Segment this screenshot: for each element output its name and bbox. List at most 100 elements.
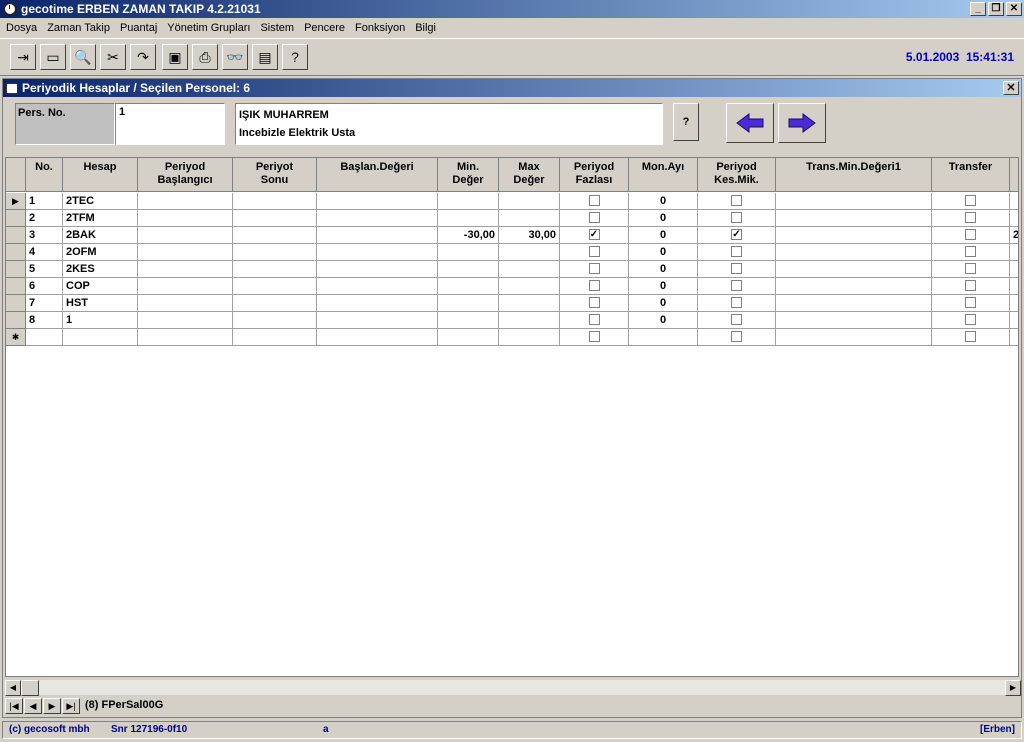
binoculars-button[interactable]: 👓 [222, 44, 248, 70]
grid-cell-tmin[interactable] [776, 244, 932, 261]
grid-cell-mon[interactable]: 0 [629, 210, 698, 227]
grid-cell-son[interactable] [233, 261, 317, 278]
checkbox[interactable] [965, 330, 976, 342]
checkbox[interactable] [588, 194, 600, 206]
column-header[interactable]: Trans.Min.Değeri1 [776, 158, 932, 192]
column-header[interactable]: Max Değer [499, 158, 560, 192]
save-button[interactable]: ▣ [162, 44, 188, 70]
grid-cell-mon[interactable] [629, 329, 698, 346]
menu-puantaj[interactable]: Puantaj [116, 22, 163, 34]
prev-record-button[interactable]: ◀ [24, 698, 42, 714]
checkbox[interactable] [588, 262, 600, 274]
grid-cell-mon[interactable]: 0 [629, 244, 698, 261]
grid-cell-bas[interactable] [138, 329, 233, 346]
row-indicator[interactable] [6, 210, 26, 227]
grid-cell-tmin[interactable] [776, 295, 932, 312]
column-header[interactable]: Başlan.Değeri [317, 158, 438, 192]
grid-cell-kes[interactable] [698, 295, 776, 312]
grid-cell-mon[interactable]: 0 [629, 227, 698, 244]
checkbox[interactable] [965, 211, 976, 223]
column-header[interactable] [1010, 158, 1018, 192]
scroll-right-button[interactable]: ▶ [1005, 680, 1021, 696]
column-header[interactable]: Periyod Fazlası [560, 158, 629, 192]
last-record-button[interactable]: ▶| [62, 698, 80, 714]
grid-cell-transfer[interactable] [932, 261, 1010, 278]
column-header[interactable]: Periyod Kes.Mik. [698, 158, 776, 192]
grid-cell-basd[interactable] [317, 244, 438, 261]
grid-cell-tmin[interactable] [776, 210, 932, 227]
grid-cell-extra[interactable] [1010, 261, 1018, 278]
grid-cell-fazla[interactable] [560, 295, 629, 312]
grid-cell-no[interactable]: 4 [26, 244, 63, 261]
grid-cell-kes[interactable] [698, 193, 776, 210]
menu-pencere[interactable]: Pencere [300, 22, 351, 34]
checkbox[interactable] [731, 313, 742, 325]
row-indicator[interactable]: ▶ [6, 193, 26, 210]
grid-cell-hesap[interactable]: 2KES [63, 261, 138, 278]
grid-cell-min[interactable] [438, 244, 499, 261]
checkbox[interactable] [965, 194, 976, 206]
grid-cell-kes[interactable]: ✓ [698, 227, 776, 244]
grid-cell-no[interactable]: 5 [26, 261, 63, 278]
grid-cell-bas[interactable] [138, 278, 233, 295]
row-indicator[interactable] [6, 312, 26, 329]
grid-cell-transfer[interactable] [932, 329, 1010, 346]
column-header[interactable]: Periyod Başlangıcı [138, 158, 233, 192]
chart-button[interactable]: ▤ [252, 44, 278, 70]
grid-cell-fazla[interactable] [560, 244, 629, 261]
grid-cell-hesap[interactable]: 2BAK [63, 227, 138, 244]
grid-cell-tmin[interactable] [776, 193, 932, 210]
grid-cell-extra[interactable]: 2( [1010, 227, 1018, 244]
grid-cell-no[interactable]: 8 [26, 312, 63, 329]
checkbox[interactable] [965, 228, 976, 240]
grid-cell-kes[interactable] [698, 261, 776, 278]
menu-bilgi[interactable]: Bilgi [411, 22, 442, 34]
grid-cell-mon[interactable]: 0 [629, 193, 698, 210]
magnifier-button[interactable]: 🔍 [70, 44, 96, 70]
grid-cell-mon[interactable]: 0 [629, 312, 698, 329]
grid-cell-max[interactable] [499, 278, 560, 295]
grid-cell-fazla[interactable] [560, 261, 629, 278]
column-header[interactable]: Periyot Sonu [233, 158, 317, 192]
row-indicator[interactable] [6, 227, 26, 244]
grid-cell-extra[interactable] [1010, 295, 1018, 312]
scroll-thumb[interactable] [21, 680, 39, 696]
grid-cell-son[interactable] [233, 193, 317, 210]
grid-cell-transfer[interactable] [932, 312, 1010, 329]
checkbox[interactable] [588, 279, 600, 291]
grid-cell-basd[interactable] [317, 193, 438, 210]
grid-cell-mon[interactable]: 0 [629, 295, 698, 312]
menu-sistem[interactable]: Sistem [256, 22, 300, 34]
menu-dosya[interactable]: Dosya [2, 22, 43, 34]
grid-cell-hesap[interactable]: 2TEC [63, 193, 138, 210]
grid-cell-min[interactable] [438, 329, 499, 346]
grid-cell-min[interactable]: -30,00 [438, 227, 499, 244]
checkbox[interactable] [588, 296, 600, 308]
menu-zaman-takip[interactable]: Zaman Takip [43, 22, 116, 34]
checkbox[interactable] [588, 211, 600, 223]
grid-cell-basd[interactable] [317, 227, 438, 244]
grid-cell-max[interactable] [499, 329, 560, 346]
help-button[interactable]: ? [673, 103, 699, 141]
grid-cell-basd[interactable] [317, 329, 438, 346]
grid-cell-min[interactable] [438, 193, 499, 210]
checkbox[interactable]: ✓ [731, 228, 742, 240]
checkbox[interactable] [731, 330, 742, 342]
grid-cell-no[interactable]: 3 [26, 227, 63, 244]
grid-cell-son[interactable] [233, 312, 317, 329]
grid-cell-hesap[interactable]: HST [63, 295, 138, 312]
grid-cell-bas[interactable] [138, 244, 233, 261]
menu-yonetim-gruplari[interactable]: Yönetim Grupları [163, 22, 256, 34]
grid-cell-tmin[interactable] [776, 312, 932, 329]
child-close-button[interactable]: ✕ [1003, 81, 1019, 95]
column-header[interactable]: Hesap [63, 158, 138, 192]
grid-cell-no[interactable]: 6 [26, 278, 63, 295]
grid-cell-kes[interactable] [698, 278, 776, 295]
exit-button[interactable]: ⇥ [10, 44, 36, 70]
grid-cell-fazla[interactable] [560, 278, 629, 295]
grid-cell-min[interactable] [438, 210, 499, 227]
grid-cell-son[interactable] [233, 329, 317, 346]
accounts-grid[interactable]: No. Hesap Periyod Başlangıcı Periyot Sonu Ba… [5, 157, 1019, 677]
print-button[interactable]: ⎙ [192, 44, 218, 70]
grid-cell-extra[interactable] [1010, 312, 1018, 329]
